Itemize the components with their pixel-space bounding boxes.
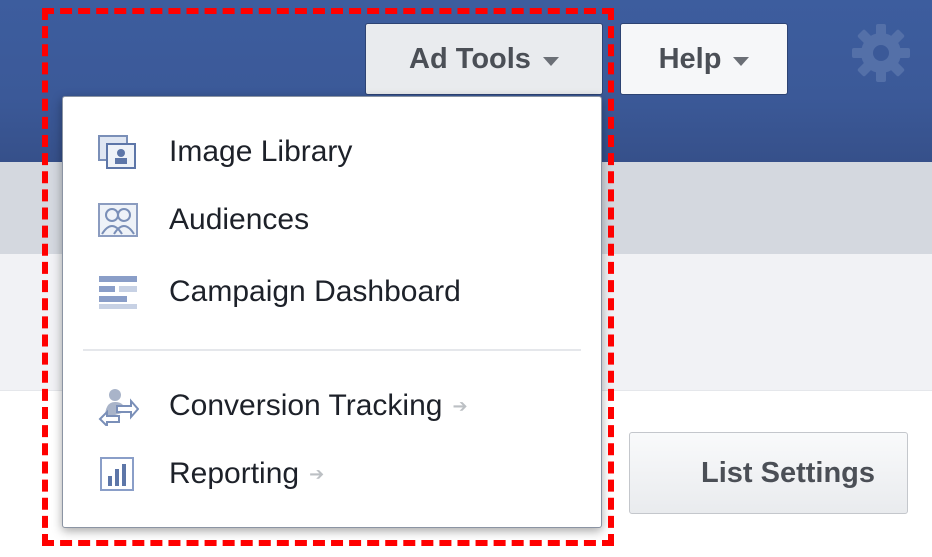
help-button[interactable]: Help [620,23,788,95]
chevron-down-icon [733,56,750,66]
gear-icon[interactable] [848,20,914,86]
highlight-box [42,8,614,546]
list-settings-button[interactable]: List Settings [629,432,908,514]
list-settings-label: List Settings [700,456,875,489]
help-label: Help [658,42,722,75]
